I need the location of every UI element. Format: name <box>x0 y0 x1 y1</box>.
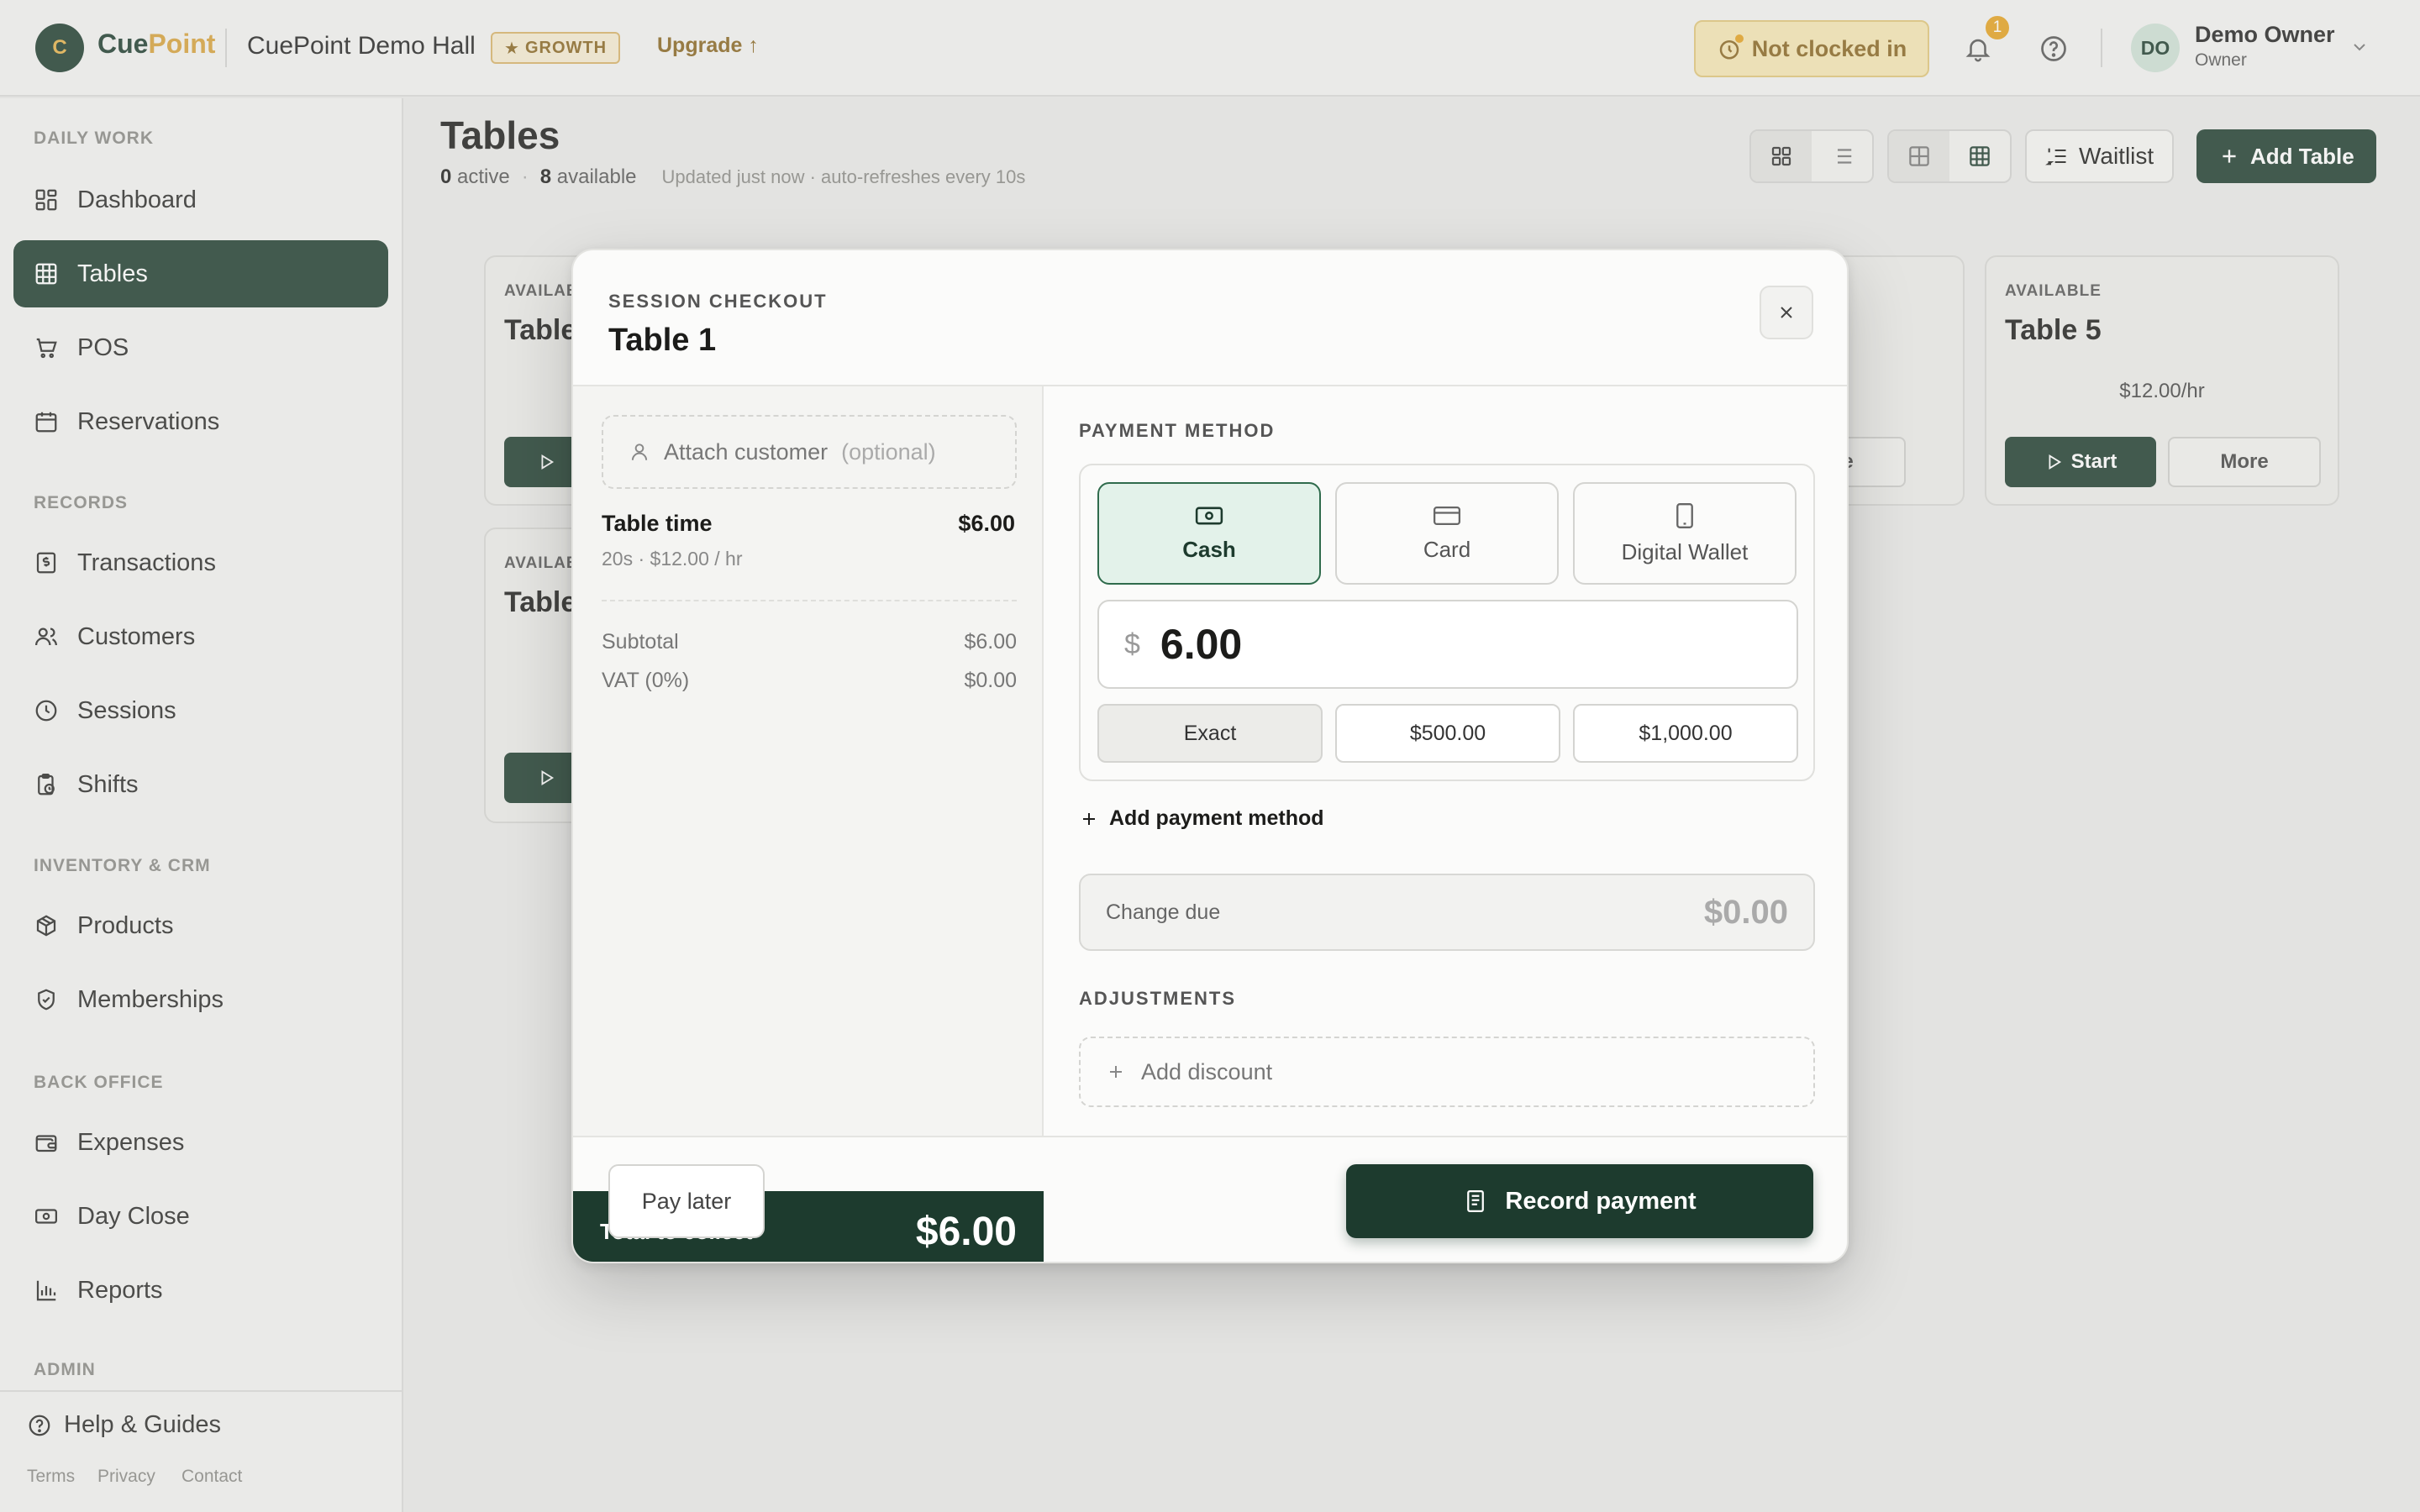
payment-pane: PAYMENT METHOD Cash Card Digital Wallet … <box>1045 386 1847 1136</box>
divider <box>573 1136 1847 1137</box>
amount-input[interactable]: $ 6.00 <box>1097 600 1798 689</box>
modal-eyebrow: SESSION CHECKOUT <box>608 291 828 312</box>
close-button[interactable] <box>1760 286 1813 339</box>
card-icon <box>1433 506 1461 525</box>
modal-title: Table 1 <box>608 323 717 358</box>
add-discount-label: Add discount <box>1141 1058 1273 1084</box>
close-icon <box>1781 307 1792 318</box>
record-payment-label: Record payment <box>1505 1187 1697 1215</box>
currency-symbol: $ <box>1124 627 1140 660</box>
divider <box>602 600 1017 601</box>
change-due-label: Change due <box>1106 900 1221 924</box>
vat-row: VAT (0%) $0.00 <box>602 669 1017 693</box>
line-item-detail: 20s · $12.00 / hr <box>602 548 743 570</box>
add-payment-method-button[interactable]: Add payment method <box>1079 806 1324 831</box>
line-item-amount: $6.00 <box>958 511 1015 536</box>
attach-customer-label: Attach customer <box>664 438 829 465</box>
total-value: $6.00 <box>915 1209 1017 1254</box>
receipt-icon <box>1467 1190 1485 1212</box>
method-label: Cash <box>1182 536 1236 562</box>
method-label: Digital Wallet <box>1621 538 1749 564</box>
checkout-modal: SESSION CHECKOUT Table 1 Attach customer… <box>571 249 1849 1263</box>
payment-method-box: Cash Card Digital Wallet $ 6.00 Exact $5… <box>1079 464 1815 781</box>
quick-amount-500-button[interactable]: $500.00 <box>1335 704 1560 763</box>
order-summary-pane: Attach customer (optional) Table time $6… <box>573 386 1044 1262</box>
line-item-title: Table time <box>602 511 713 536</box>
method-label: Card <box>1423 536 1471 562</box>
method-digital-wallet-button[interactable]: Digital Wallet <box>1573 482 1797 585</box>
quick-amount-1000-button[interactable]: $1,000.00 <box>1573 704 1798 763</box>
method-cash-button[interactable]: Cash <box>1097 482 1321 585</box>
plus-icon <box>1110 1066 1122 1078</box>
plus-icon <box>1083 812 1095 825</box>
user-icon <box>631 444 648 460</box>
change-due: Change due $0.00 <box>1079 874 1815 951</box>
pay-later-button[interactable]: Pay later <box>608 1164 765 1238</box>
cash-icon <box>1195 507 1223 524</box>
adjustments-heading: ADJUSTMENTS <box>1079 988 1237 1009</box>
vat-label: VAT (0%) <box>602 669 690 692</box>
attach-optional-label: (optional) <box>841 438 936 465</box>
subtotal-value: $6.00 <box>964 630 1017 654</box>
add-discount-button[interactable]: Add discount <box>1079 1037 1815 1107</box>
phone-icon <box>1676 502 1693 528</box>
subtotal-label: Subtotal <box>602 630 679 654</box>
method-card-button[interactable]: Card <box>1335 482 1559 585</box>
amount-value: 6.00 <box>1160 621 1243 668</box>
payment-method-heading: PAYMENT METHOD <box>1079 420 1276 441</box>
change-due-value: $0.00 <box>1703 893 1788 931</box>
subtotal-row: Subtotal $6.00 <box>602 630 1017 654</box>
quick-amount-exact-button[interactable]: Exact <box>1097 704 1323 763</box>
add-payment-method-label: Add payment method <box>1109 806 1324 830</box>
vat-value: $0.00 <box>964 669 1017 692</box>
attach-customer-button[interactable]: Attach customer (optional) <box>602 415 1017 489</box>
record-payment-button[interactable]: Record payment <box>1346 1164 1813 1238</box>
